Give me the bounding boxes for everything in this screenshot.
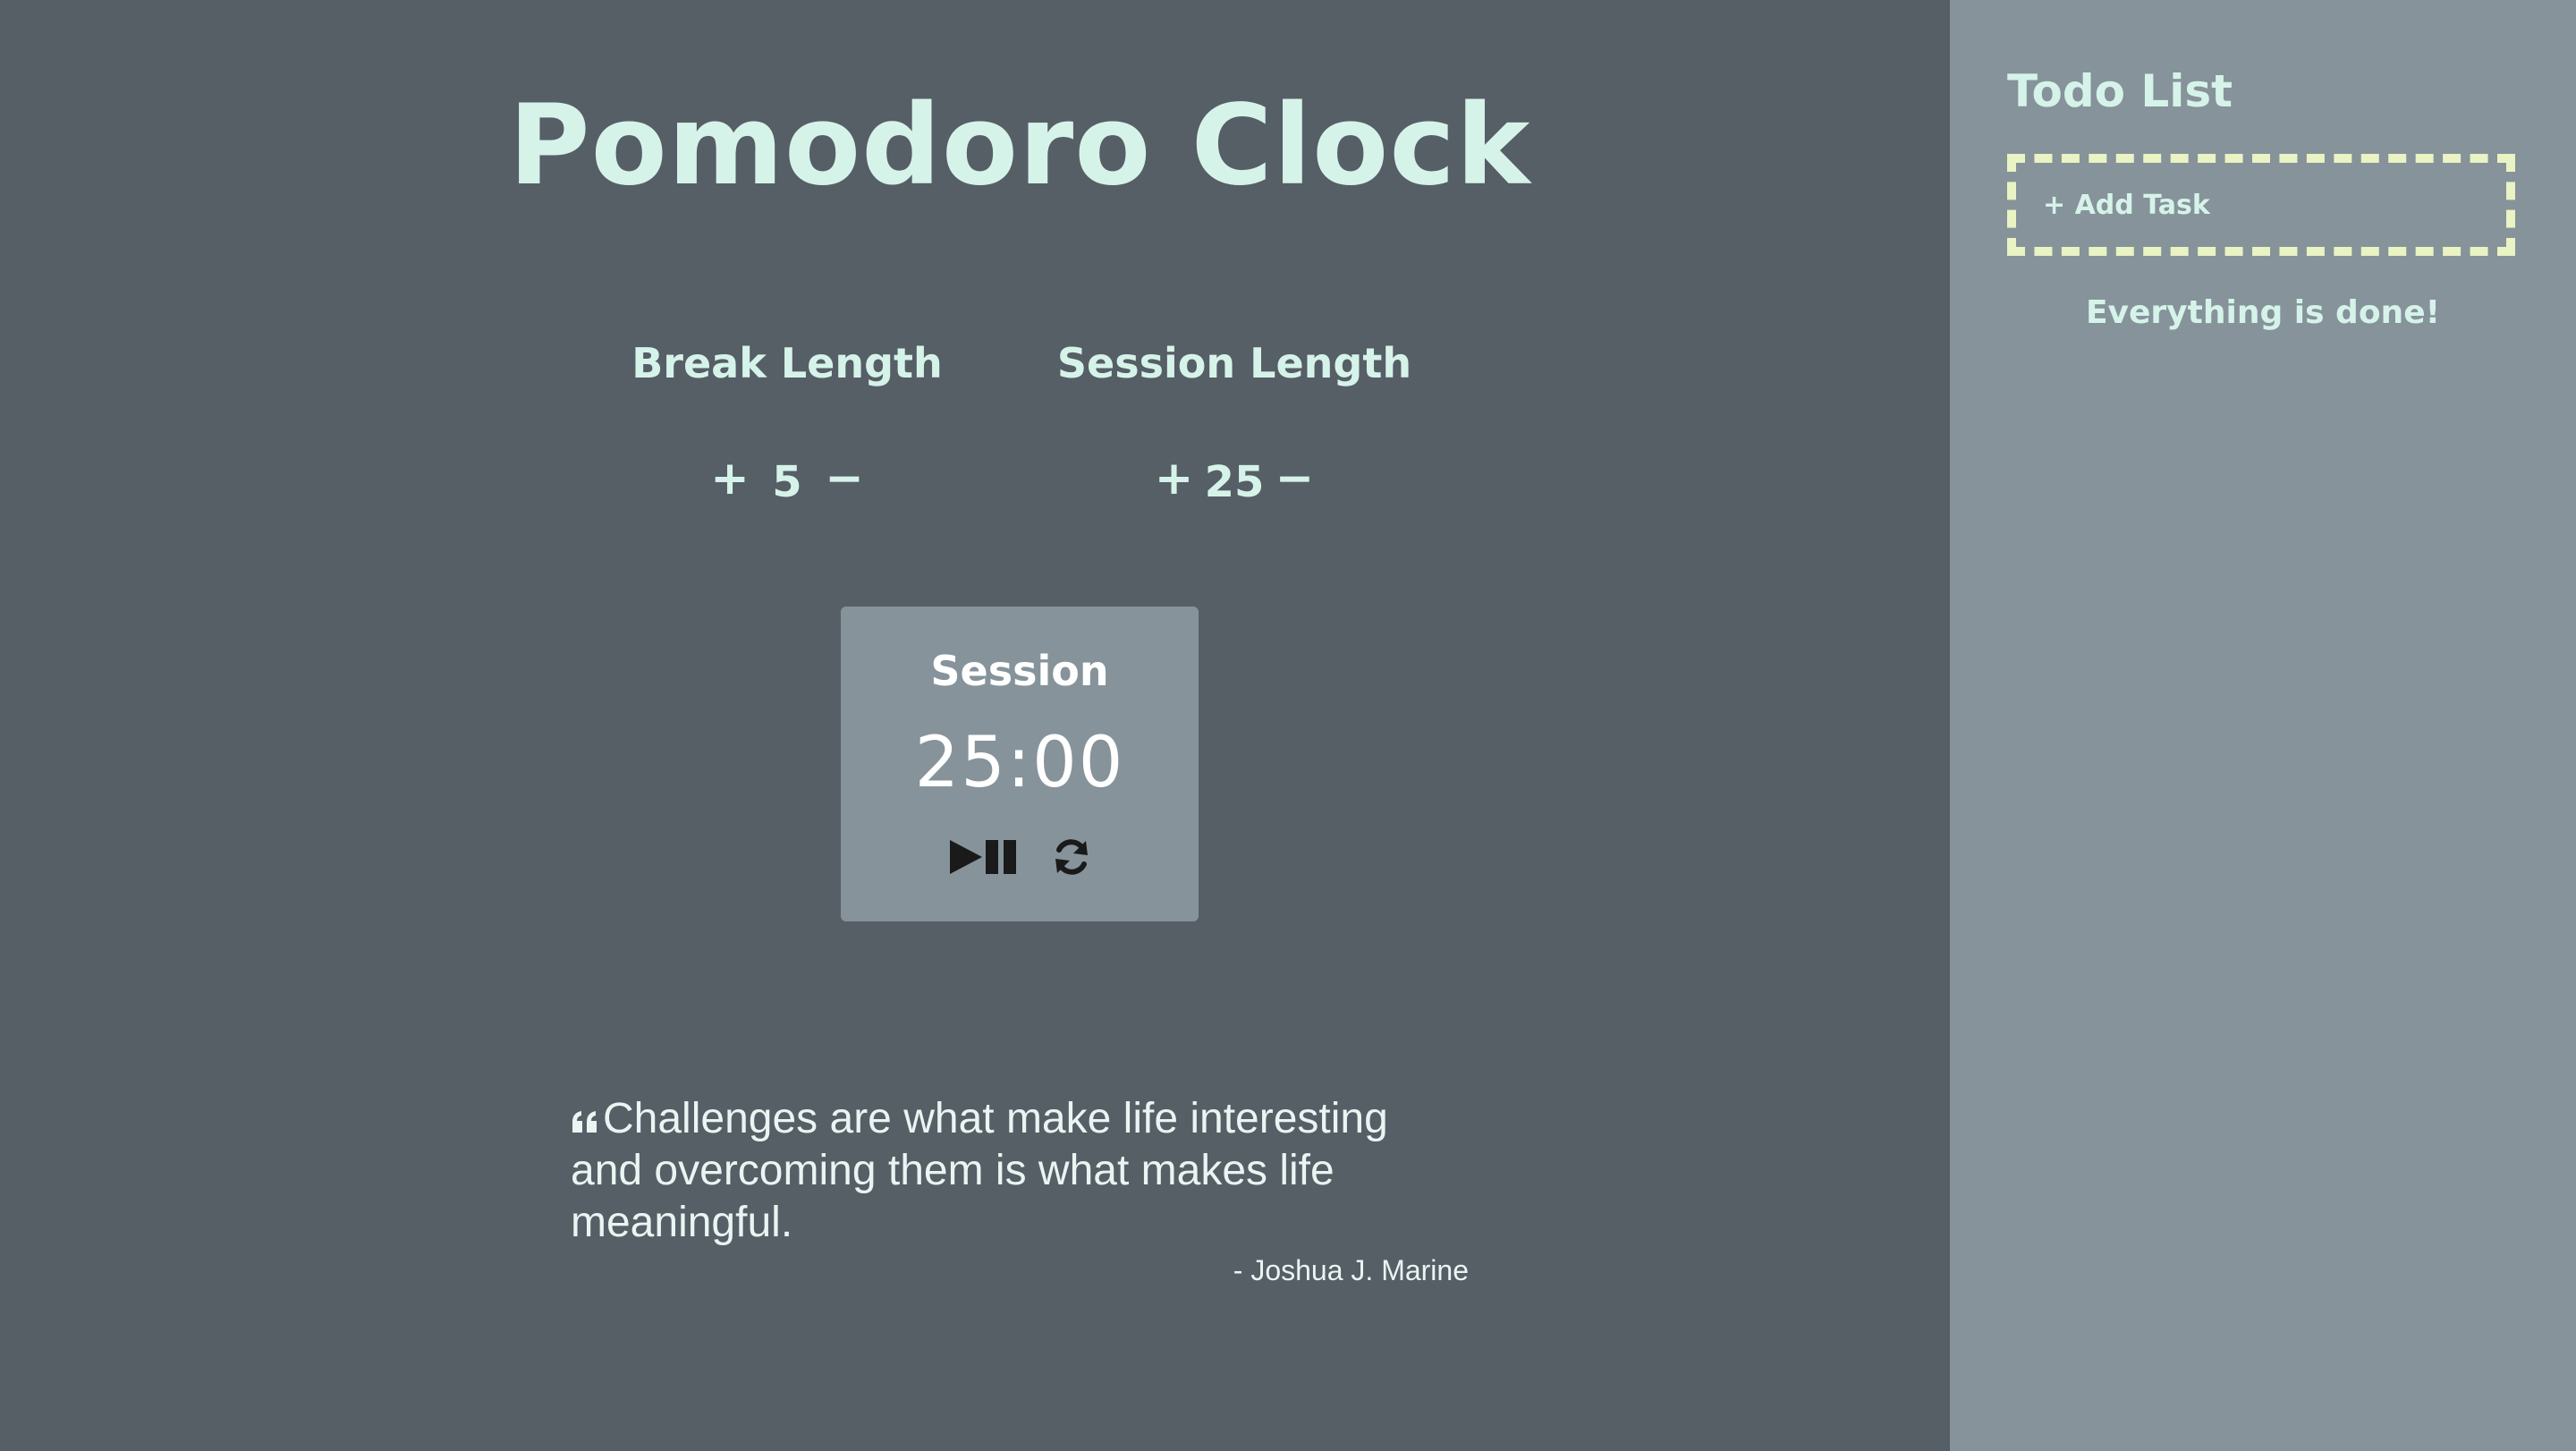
todo-title: Todo List (2007, 65, 2233, 117)
main-panel: Pomodoro Clock Break Length + 5 − Sessio… (0, 0, 1950, 1451)
quote-text: Challenges are what make life interestin… (571, 1095, 1388, 1246)
quote-left-icon (571, 1093, 599, 1145)
session-increment-button[interactable]: + (1155, 452, 1194, 505)
quote-paragraph: Challenges are what make life interestin… (571, 1093, 1469, 1249)
session-length-label: Session Length (1056, 339, 1412, 387)
break-length-label: Break Length (631, 339, 943, 387)
add-task-label: + Add Task (2043, 189, 2210, 221)
break-length-value: 5 (772, 457, 802, 507)
quote-block: Challenges are what make life interestin… (571, 1093, 1469, 1288)
session-length-value: 25 (1204, 457, 1265, 507)
page-title: Pomodoro Clock (508, 81, 1531, 210)
timer-card: Session 25:00 (841, 607, 1199, 921)
play-pause-button[interactable] (948, 836, 1020, 878)
reset-button[interactable] (1052, 837, 1091, 877)
refresh-icon (1055, 839, 1088, 875)
session-decrement-button[interactable]: − (1275, 452, 1315, 505)
quote-author: - Joshua J. Marine (1233, 1254, 1469, 1286)
timer-label: Session (930, 647, 1109, 695)
play-pause-icon (950, 840, 1016, 874)
add-task-button[interactable]: + Add Task (2007, 154, 2515, 256)
break-increment-button[interactable]: + (710, 452, 750, 505)
todo-empty-message: Everything is done! (2085, 294, 2441, 331)
session-length-control: + 25 − (1055, 447, 1413, 510)
break-length-control: + 5 − (608, 447, 966, 510)
break-decrement-button[interactable]: − (825, 452, 864, 505)
timer-controls (841, 832, 1199, 882)
timer-display: 25:00 (914, 723, 1125, 803)
